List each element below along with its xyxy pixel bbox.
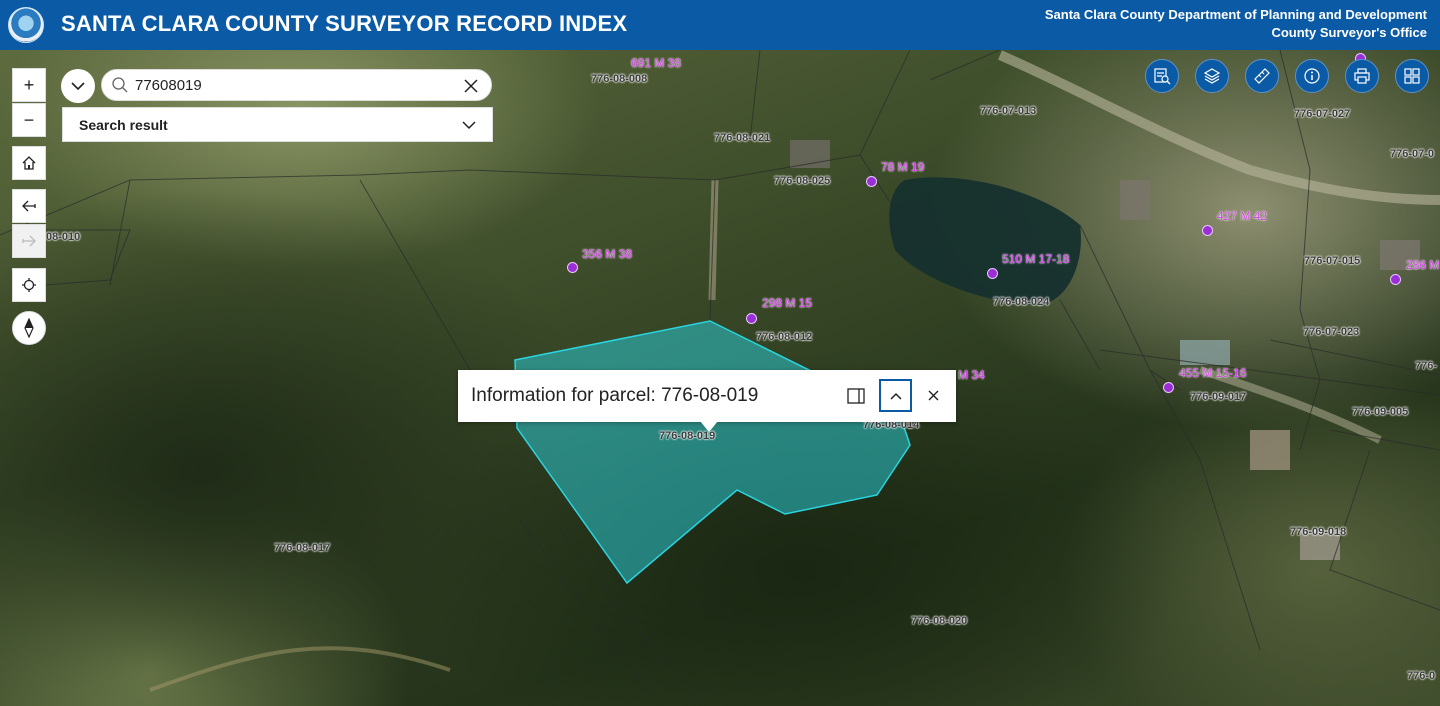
record-point[interactable] xyxy=(987,268,998,279)
chevron-up-icon xyxy=(889,392,902,400)
building xyxy=(1120,180,1150,220)
home-icon xyxy=(22,156,36,170)
chevron-down-icon xyxy=(71,82,85,91)
record-label: 427 M 42 xyxy=(1217,209,1268,223)
close-popup-button[interactable] xyxy=(917,379,950,412)
search-result-dropdown[interactable]: Search result xyxy=(62,107,493,142)
chevron-down-icon xyxy=(462,120,476,129)
next-extent-button[interactable] xyxy=(12,224,46,258)
layers-button[interactable] xyxy=(1195,59,1229,93)
dock-popup-button[interactable] xyxy=(839,379,872,412)
parcel-label: 776-07-027 xyxy=(1294,108,1351,120)
parcel-label: 08-010 xyxy=(46,231,81,243)
parcel-label: 776-08-017 xyxy=(274,542,331,554)
parcel-info-popup: Information for parcel: 776-08-019 xyxy=(458,370,956,422)
parcel-label: 776-08-020 xyxy=(911,615,968,627)
record-point[interactable] xyxy=(866,176,877,187)
record-point[interactable] xyxy=(1202,225,1213,236)
record-label: 286 M xyxy=(1406,258,1440,272)
locate-button[interactable] xyxy=(12,268,46,302)
app-header: SANTA CLARA COUNTY SURVEYOR RECORD INDEX… xyxy=(0,0,1440,50)
search-box xyxy=(101,69,492,101)
parcel-label: 776-09-005 xyxy=(1352,406,1409,418)
parcel-label: 776-09-017 xyxy=(1190,391,1247,403)
parcel-label: 776-0 xyxy=(1407,670,1436,682)
layers-icon xyxy=(1203,68,1221,84)
popup-title: Information for parcel: 776-08-019 xyxy=(471,385,759,406)
info-icon xyxy=(1304,68,1320,84)
measure-button[interactable] xyxy=(1245,59,1279,93)
search-input[interactable] xyxy=(135,76,435,94)
record-label: 510 M 17-18 xyxy=(1002,252,1070,266)
road xyxy=(1198,366,1382,444)
record-point[interactable] xyxy=(746,313,757,324)
parcel-label: 776-08-021 xyxy=(714,132,771,144)
parcel-label: 776-08-012 xyxy=(756,331,813,343)
parcel-label: 776-08-024 xyxy=(993,296,1050,308)
zoom-in-button[interactable]: + xyxy=(12,68,46,102)
arrow-right-icon xyxy=(22,235,36,247)
measure-icon xyxy=(1254,68,1270,84)
previous-extent-button[interactable] xyxy=(12,189,46,223)
zoom-out-icon: − xyxy=(23,109,35,130)
zoom-in-icon: + xyxy=(23,74,35,95)
building xyxy=(1250,430,1290,470)
record-label: 356 M 38 xyxy=(582,247,633,261)
selected-parcel-polygon xyxy=(514,320,911,585)
print-button[interactable] xyxy=(1345,59,1379,93)
parcel-label: 776-07-013 xyxy=(980,105,1037,117)
record-label: M 34 xyxy=(958,368,985,382)
parcel-label: 776-08-008 xyxy=(591,73,648,85)
locate-icon xyxy=(22,278,36,292)
parcel-label: 776- xyxy=(1415,360,1438,372)
basemap-gallery-button[interactable] xyxy=(1395,59,1429,93)
search-result-label: Search result xyxy=(79,116,168,133)
collapse-popup-button[interactable] xyxy=(879,379,912,412)
dock-icon xyxy=(846,387,865,404)
compass-button[interactable] xyxy=(12,311,46,345)
info-button[interactable] xyxy=(1295,59,1329,93)
parcel-label: 776-08-025 xyxy=(774,175,831,187)
search-records-icon xyxy=(1154,68,1171,85)
record-label: 298 M 15 xyxy=(762,296,813,310)
department-line-1: Santa Clara County Department of Plannin… xyxy=(1044,7,1427,22)
department-line-2: County Surveyor's Office xyxy=(1271,25,1427,40)
popup-pointer xyxy=(700,421,718,432)
clear-search-icon[interactable] xyxy=(464,79,478,93)
record-point[interactable] xyxy=(1163,382,1174,393)
zoom-out-button[interactable]: − xyxy=(12,103,46,137)
arrow-left-icon xyxy=(22,200,36,212)
print-icon xyxy=(1354,68,1370,84)
county-seal-icon xyxy=(8,7,44,43)
search-source-toggle[interactable] xyxy=(61,69,95,103)
parcel-label: 776-09-018 xyxy=(1290,526,1347,538)
basemap-gallery-icon xyxy=(1404,68,1420,84)
parcel-label: 776-07-0 xyxy=(1390,148,1435,160)
search-records-button[interactable] xyxy=(1145,59,1179,93)
app-title: SANTA CLARA COUNTY SURVEYOR RECORD INDEX xyxy=(61,11,628,36)
record-point[interactable] xyxy=(1390,274,1401,285)
trail xyxy=(149,646,451,692)
compass-icon xyxy=(24,318,34,338)
parcel-label: 776-07-023 xyxy=(1303,326,1360,338)
record-label: 455 M 15-16 xyxy=(1179,366,1247,380)
parcel-label: 776-07-015 xyxy=(1304,255,1361,267)
pond xyxy=(889,177,1081,305)
department-info: Santa Clara County Department of Plannin… xyxy=(1045,6,1427,42)
record-point[interactable] xyxy=(567,262,578,273)
record-label: 78 M 19 xyxy=(881,160,925,174)
record-label: 691 M 38 xyxy=(631,56,682,70)
search-icon xyxy=(112,77,128,93)
close-icon xyxy=(928,390,939,401)
home-button[interactable] xyxy=(12,146,46,180)
